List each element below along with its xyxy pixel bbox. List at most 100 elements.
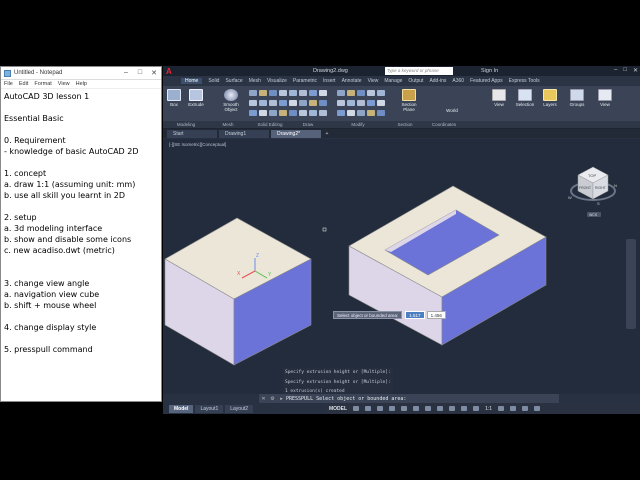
ribbon-tool-icon[interactable] [259,110,267,116]
ribbon-tool-icon[interactable] [279,100,287,106]
ortho-icon[interactable] [377,406,384,411]
layers-button[interactable]: Layers [541,89,559,107]
ribbon-tool-icon[interactable] [309,90,317,96]
autocad-logo-icon[interactable]: A [166,67,180,76]
ribbon-tool-icon[interactable] [259,100,267,106]
ribbon-tool-icon[interactable] [269,110,277,116]
menu-file[interactable]: File [4,81,13,87]
ribbon-tool-icon[interactable] [249,100,257,106]
model-space-canvas[interactable]: Z X Y TOP FRONT RIGHT N S W WCS [163,139,640,394]
osnap-icon[interactable] [401,406,408,411]
viewcube[interactable]: TOP FRONT RIGHT N S W WCS [568,166,617,217]
ribbon-tool-icon[interactable] [269,90,277,96]
ribbon-tab-solid[interactable]: Solid [208,78,219,84]
panel-modify[interactable]: Modify [323,122,393,127]
otrack-icon[interactable] [413,406,420,411]
file-tab[interactable]: Drawing2* [271,130,321,138]
ribbon-tool-icon[interactable] [337,90,345,96]
ribbon-tab-add-ins[interactable]: Add-ins [429,78,446,84]
section-plane-button[interactable]: Section Plane [397,89,421,112]
ribbon-tool-icon[interactable] [309,100,317,106]
menu-help[interactable]: Help [76,81,87,87]
ribbon-tool-icon[interactable] [377,110,385,116]
extrude-button[interactable]: Extrude [185,89,207,107]
ribbon-tool-icon[interactable] [289,110,297,116]
workspace-icon[interactable] [498,406,505,411]
ribbon-tab-express-tools[interactable]: Express Tools [509,78,540,84]
ribbon-tool-icon[interactable] [319,110,327,116]
command-prompt[interactable]: PRESSPULL Select object or bounded area: [286,396,406,402]
lineweight-icon[interactable] [425,406,432,411]
isolate-icon[interactable] [510,406,517,411]
ribbon-tab-annotate[interactable]: Annotate [342,78,362,84]
minimize-button[interactable]: – [119,69,133,77]
hardware-acceleration-icon[interactable] [522,406,529,411]
tooltip-value-2[interactable]: 1.456 [426,311,446,319]
annotation-scale[interactable]: 1:1 [485,406,492,412]
tooltip-value-1[interactable]: 1.517 [405,311,425,319]
ribbon-tool-icon[interactable] [259,90,267,96]
ribbon-tab-surface[interactable]: Surface [225,78,242,84]
ribbon-tool-icon[interactable] [299,100,307,106]
view-button[interactable]: View [491,89,507,107]
ribbon-tool-icon[interactable] [377,100,385,106]
ribbon-tool-icon[interactable] [367,110,375,116]
signin-button[interactable]: Sign In [481,68,498,74]
smooth-object-button[interactable]: Smooth Object [219,89,243,112]
menu-format[interactable]: Format [34,81,51,87]
customization-icon[interactable] [534,406,541,411]
navigation-bar[interactable] [626,239,636,329]
ribbon-tool-icon[interactable] [367,100,375,106]
ribbon-tool-icon[interactable] [337,100,345,106]
ribbon-tool-icon[interactable] [319,100,327,106]
view2-button[interactable]: View [597,89,613,107]
ribbon-tool-icon[interactable] [249,110,257,116]
menu-view[interactable]: View [58,81,70,87]
ribbon-tab-output[interactable]: Output [408,78,423,84]
ribbon-tool-icon[interactable] [357,100,365,106]
ribbon-tab-parametric[interactable]: Parametric [293,78,317,84]
ribbon-tab-view[interactable]: View [368,78,379,84]
ribbon-tool-icon[interactable] [289,90,297,96]
file-tab[interactable]: Drawing1 [219,130,269,138]
ribbon-tool-icon[interactable] [347,110,355,116]
close-button[interactable]: ✕ [147,69,161,77]
tab-model[interactable]: Model [169,404,194,413]
notepad-titlebar[interactable]: Untitled - Notepad – □ ✕ [1,67,161,80]
ribbon-tab-insert[interactable]: Insert [323,78,336,84]
ribbon-tool-icon[interactable] [319,90,327,96]
maximize-button[interactable]: □ [623,67,627,74]
ribbon-tool-icon[interactable] [289,100,297,106]
tab-layout1[interactable]: Layout1 [195,404,224,413]
ribbon-tab-manage[interactable]: Manage [384,78,402,84]
groups-button[interactable]: Groups [567,89,587,107]
close-icon[interactable]: ✕ [259,396,268,402]
solid-box[interactable] [164,217,312,366]
ribbon-tab-featured-apps[interactable]: Featured Apps [470,78,503,84]
ribbon-tool-icon[interactable] [249,90,257,96]
ribbon-tool-icon[interactable] [337,110,345,116]
maximize-button[interactable]: □ [133,69,147,77]
panel-draw[interactable]: Draw [293,122,323,127]
notepad-text-area[interactable]: AutoCAD 3D lesson 1 Essential Basic 0. Req… [1,89,161,357]
ribbon-tool-icon[interactable] [299,90,307,96]
grid-icon[interactable] [353,406,360,411]
drawing-viewport[interactable]: Z X Y TOP FRONT RIGHT N S W WCS [-][SE I… [163,139,640,394]
command-line[interactable]: ✕ ⚙ ▸ PRESSPULL Select object or bounded… [259,394,559,403]
solid-u-shape[interactable] [348,185,547,346]
ribbon-tool-icon[interactable] [347,90,355,96]
ribbon-tool-icon[interactable] [279,110,287,116]
ribbon-tool-icon[interactable] [299,110,307,116]
transparency-icon[interactable] [437,406,444,411]
panel-mesh[interactable]: Mesh [209,122,247,127]
ribbon-tool-icon[interactable] [269,100,277,106]
tab-layout2[interactable]: Layout2 [225,404,254,413]
gizmo-icon[interactable] [461,406,468,411]
wrench-icon[interactable]: ⚙ [268,396,277,402]
panel-solid-editing[interactable]: Solid Editing [247,122,293,127]
ribbon-tool-icon[interactable] [357,110,365,116]
ribbon-tool-icon[interactable] [347,100,355,106]
snap-icon[interactable] [365,406,372,411]
ribbon-tab-home[interactable]: Home [181,78,203,84]
ribbon-tool-icon[interactable] [377,90,385,96]
